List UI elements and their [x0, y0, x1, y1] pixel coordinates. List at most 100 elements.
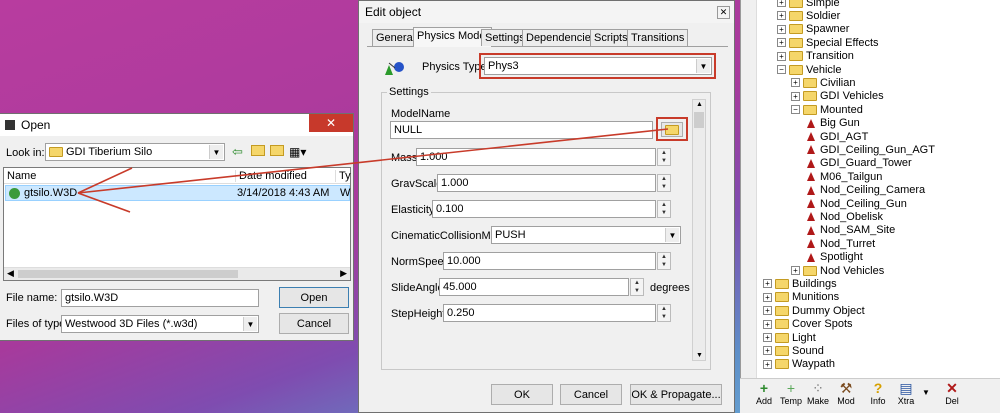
tab-dependencies[interactable]: Dependencies	[522, 29, 601, 46]
expand-icon[interactable]: +	[763, 292, 772, 302]
stepheight-input[interactable]: 0.250	[443, 304, 656, 322]
physics-type-select[interactable]: Phys3 ▼	[484, 57, 712, 75]
expand-icon[interactable]: +	[777, 24, 786, 34]
file-name-input[interactable]: gtsilo.W3D	[61, 289, 259, 307]
scroll-thumb[interactable]	[18, 270, 238, 278]
temp-button[interactable]: + Temp	[777, 380, 805, 410]
close-icon[interactable]: ✕	[309, 114, 353, 132]
tree-item[interactable]: + Simple	[777, 0, 840, 9]
tree-item[interactable]: Nod_Ceiling_Camera	[805, 184, 925, 197]
expand-icon[interactable]: +	[763, 359, 772, 369]
tree-item[interactable]: Nod_Ceiling_Gun	[805, 197, 907, 210]
tree-item[interactable]: + Spawner	[777, 23, 849, 36]
up-folder-icon[interactable]	[251, 145, 265, 156]
add-button[interactable]: + Add	[750, 380, 778, 410]
del-button[interactable]: ✕ Del	[938, 380, 966, 410]
mass-spinner[interactable]: ▲ ▼	[657, 148, 671, 166]
settings-scrollbar[interactable]: ▲ ▼	[692, 99, 706, 361]
column-name[interactable]: Name	[7, 170, 36, 182]
tree-item[interactable]: + Cover Spots	[763, 318, 853, 331]
expand-icon[interactable]: +	[763, 279, 772, 289]
tree-item[interactable]: GDI_Ceiling_Gun_AGT	[805, 143, 935, 156]
tree-item[interactable]: − Mounted	[791, 103, 863, 116]
expand-icon[interactable]: +	[763, 306, 772, 316]
scroll-up-icon[interactable]: ▲	[696, 101, 703, 108]
tree-item[interactable]: + Dummy Object	[763, 304, 865, 317]
collapse-icon[interactable]: −	[777, 65, 786, 74]
expand-icon[interactable]: +	[777, 38, 786, 48]
tree-item[interactable]: GDI_Guard_Tower	[805, 157, 912, 170]
tree-item[interactable]: + Munitions	[763, 291, 839, 304]
tree-item[interactable]: GDI_AGT	[805, 130, 868, 143]
stepheight-spinner[interactable]: ▲ ▼	[657, 304, 671, 322]
expand-icon[interactable]: +	[777, 11, 786, 21]
tree-item[interactable]: + Special Effects	[777, 36, 879, 49]
tree-item[interactable]: + Civilian	[791, 76, 855, 89]
expand-icon[interactable]: +	[791, 91, 800, 101]
column-date[interactable]: Date modified	[235, 170, 307, 182]
horizontal-scrollbar[interactable]: ◀ ▶	[4, 267, 350, 280]
xtra-dropdown-icon[interactable]: ▼	[922, 388, 930, 397]
tree-item[interactable]: − Vehicle	[777, 63, 841, 76]
tree-item[interactable]: + GDI Vehicles	[791, 90, 884, 103]
tree-item[interactable]: + Nod Vehicles	[791, 264, 884, 277]
normspeed-spinner[interactable]: ▲ ▼	[657, 252, 671, 270]
chevron-down-icon[interactable]: ▼	[696, 59, 710, 73]
mass-input[interactable]: 1.000	[416, 148, 656, 166]
cancel-button[interactable]: Cancel	[279, 313, 349, 334]
tree-item[interactable]: Nod_SAM_Site	[805, 224, 895, 237]
tree-item[interactable]: Nod_Obelisk	[805, 210, 883, 223]
expand-icon[interactable]: +	[791, 266, 800, 275]
tree-vertical-scrollbar[interactable]	[741, 0, 757, 378]
new-folder-icon[interactable]	[270, 145, 284, 156]
tab-scripts[interactable]: Scripts	[590, 29, 632, 46]
expand-icon[interactable]: +	[763, 333, 772, 342]
open-dialog-titlebar[interactable]: Open ✕	[0, 114, 353, 136]
file-type-select[interactable]: Westwood 3D Files (*.w3d) ▼	[61, 315, 259, 333]
back-arrow-icon[interactable]: ⇦	[232, 144, 243, 160]
chevron-down-icon[interactable]: ▼	[243, 317, 257, 331]
make-button[interactable]: ⁘ Make	[804, 380, 832, 410]
view-menu-icon[interactable]: ▦▾	[289, 145, 306, 159]
xtra-button[interactable]: ▤ Xtra	[892, 380, 920, 410]
tree-item[interactable]: + Buildings	[763, 277, 837, 290]
tree-item[interactable]: + Light	[763, 331, 816, 344]
tree-item[interactable]: Big Gun	[805, 117, 860, 130]
edit-dialog-titlebar[interactable]: Edit object ✕	[359, 1, 734, 23]
expand-icon[interactable]: +	[791, 78, 800, 88]
look-in-select[interactable]: GDI Tiberium Silo ▼	[45, 143, 225, 161]
ok-button[interactable]: OK	[491, 384, 553, 405]
ok-propagate-button[interactable]: OK & Propagate...	[630, 384, 722, 405]
cinematic-select[interactable]: PUSH ▼	[491, 226, 681, 244]
scroll-left-icon[interactable]: ◀	[7, 268, 14, 279]
expand-icon[interactable]: +	[777, 51, 786, 61]
tree-item[interactable]: Nod_Turret	[805, 237, 875, 250]
scroll-right-icon[interactable]: ▶	[340, 268, 347, 279]
model-name-input[interactable]: NULL	[390, 121, 653, 139]
chevron-down-icon[interactable]: ▼	[209, 145, 223, 159]
expand-icon[interactable]: +	[763, 346, 772, 356]
gravscale-spinner[interactable]: ▲ ▼	[657, 174, 671, 192]
column-type[interactable]: Ty	[335, 170, 351, 182]
tree-item[interactable]: + Soldier	[777, 9, 840, 22]
collapse-icon[interactable]: −	[791, 105, 800, 115]
tree-item[interactable]: + Transition	[777, 50, 854, 63]
tree-item[interactable]: M06_Tailgun	[805, 170, 882, 183]
file-row[interactable]: gtsilo.W3D 3/14/2018 4:43 AM W	[5, 185, 350, 201]
tree-item[interactable]: + Waypath	[763, 358, 835, 371]
tab-transitions[interactable]: Transitions	[627, 29, 689, 46]
info-button[interactable]: ? Info	[864, 380, 892, 410]
expand-icon[interactable]: +	[763, 319, 772, 329]
slideangle-spinner[interactable]: ▲ ▼	[630, 278, 644, 296]
browse-button[interactable]	[661, 122, 683, 137]
close-icon[interactable]: ✕	[717, 6, 730, 19]
elasticity-spinner[interactable]: ▲ ▼	[657, 200, 671, 218]
scroll-thumb[interactable]	[694, 112, 704, 128]
elasticity-input[interactable]: 0.100	[432, 200, 656, 218]
tree-item[interactable]: + Sound	[763, 344, 824, 357]
open-button[interactable]: Open	[279, 287, 349, 308]
normspeed-input[interactable]: 10.000	[443, 252, 656, 270]
expand-icon[interactable]: +	[777, 0, 786, 7]
chevron-down-icon[interactable]: ▼	[665, 228, 679, 242]
mod-button[interactable]: ⚒ Mod	[832, 380, 860, 410]
